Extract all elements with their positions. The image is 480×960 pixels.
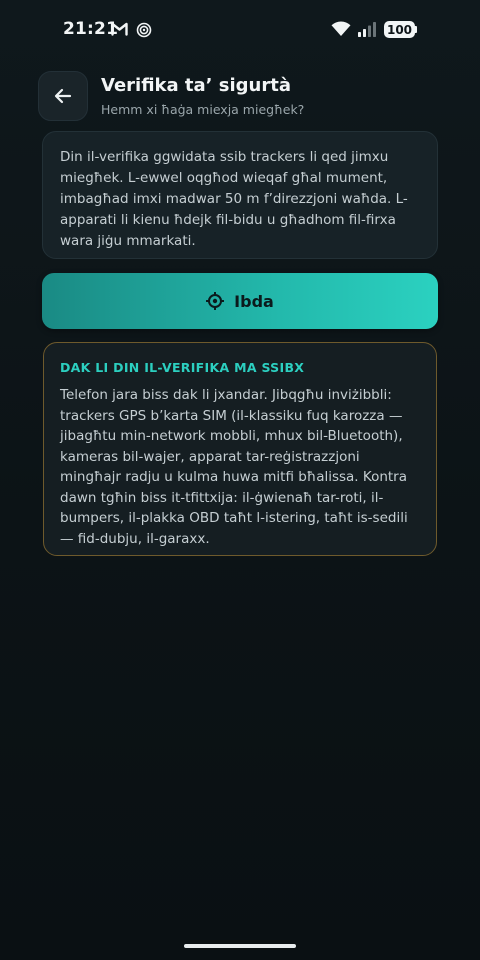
arrow-left-icon xyxy=(54,88,72,104)
back-button[interactable] xyxy=(38,71,88,121)
description-card: Din il-verifika ggwidata ssib trackers l… xyxy=(42,131,438,259)
limitations-text: Telefon jara biss dak li jxandar. Jibqgħ… xyxy=(60,387,408,547)
description-text: Din il-verifika ggwidata ssib trackers l… xyxy=(60,149,408,249)
gmail-icon xyxy=(111,21,128,40)
home-indicator[interactable] xyxy=(184,944,296,948)
status-bar: 21:21 100 xyxy=(0,0,480,60)
limitations-title: DAK LI DIN IL-VERIFIKA MA SSIBX xyxy=(60,360,305,375)
start-button-label: Ibda xyxy=(234,291,274,311)
status-time: 21:21 xyxy=(63,19,119,39)
page-title: Verifika ta’ sigurtà xyxy=(101,75,291,96)
battery-indicator: 100 xyxy=(384,21,415,38)
start-button[interactable]: Ibda xyxy=(42,273,438,329)
screen: 21:21 100 Verifika ta’ sigurtà Hemm xi ħ… xyxy=(0,0,480,960)
wifi-icon xyxy=(331,21,351,41)
battery-tip xyxy=(415,26,417,33)
limitations-card: DAK LI DIN IL-VERIFIKA MA SSIBX Telefon … xyxy=(43,342,437,556)
crosshair-icon xyxy=(206,292,225,310)
hotspot-icon xyxy=(136,22,152,42)
page-subtitle: Hemm xi ħaġa miexja miegħek? xyxy=(101,102,305,117)
signal-icon xyxy=(357,21,379,42)
